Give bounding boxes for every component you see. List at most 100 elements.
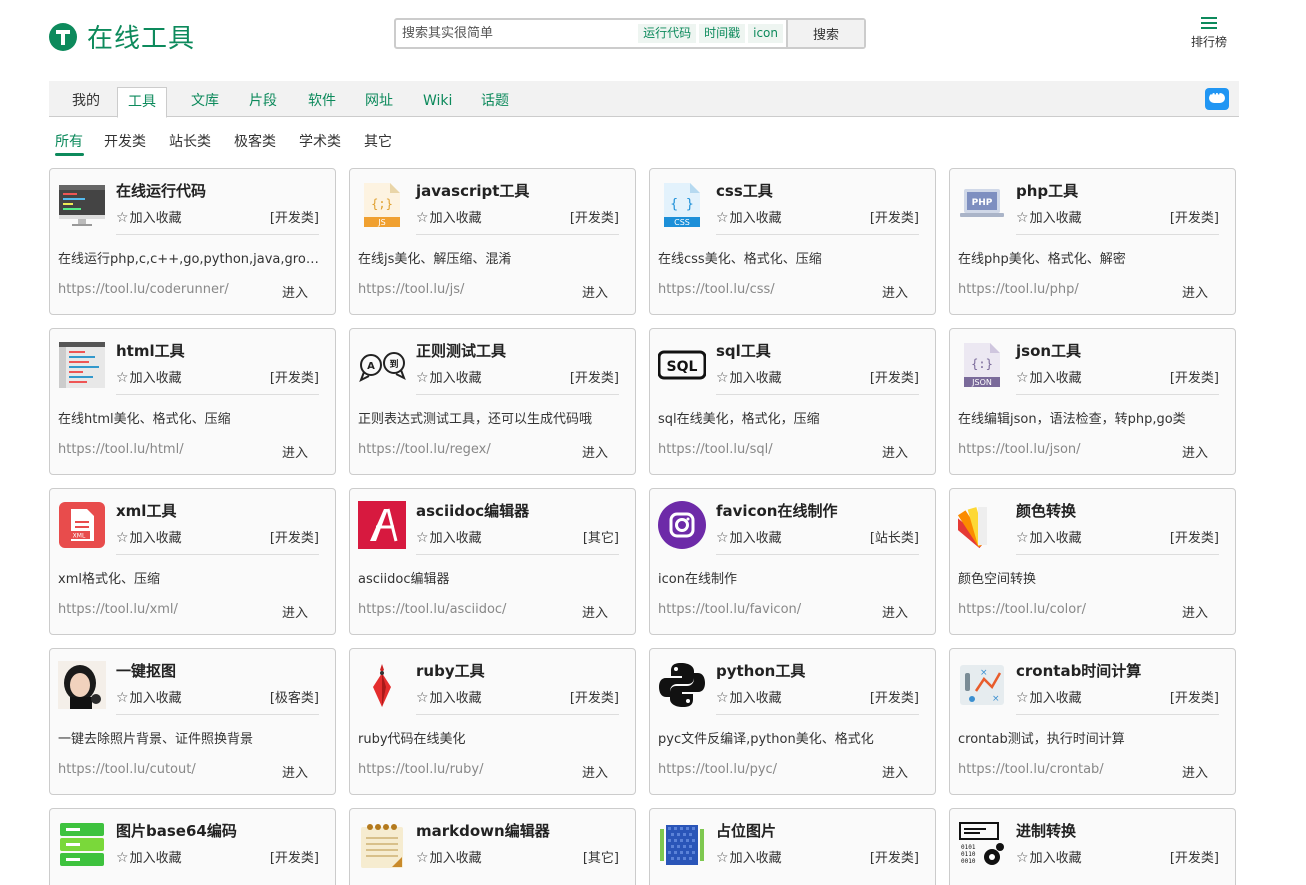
enter-link[interactable]: 进入 bbox=[282, 282, 308, 301]
tool-card[interactable]: SQL sql工具 ☆加入收藏 [开发类] sql在线美化，格式化，压缩 https://… bbox=[649, 328, 936, 475]
enter-link[interactable]: 进入 bbox=[282, 442, 308, 461]
tool-title[interactable]: css工具 bbox=[716, 180, 773, 201]
enter-link[interactable]: 进入 bbox=[582, 442, 608, 461]
tool-title[interactable]: asciidoc编辑器 bbox=[416, 500, 529, 521]
add-favorite-button[interactable]: ☆加入收藏 bbox=[416, 687, 482, 706]
monitor-code-icon[interactable] bbox=[58, 181, 106, 229]
tool-card[interactable]: × × crontab时间计算 ☆加入收藏 [开发类] crontab测试，执行时间计算 h… bbox=[949, 648, 1236, 795]
subtab-dev[interactable]: 开发类 bbox=[104, 131, 146, 151]
tool-url[interactable]: https://tool.lu/js/ bbox=[358, 282, 464, 297]
tool-title[interactable]: 图片base64编码 bbox=[116, 820, 237, 841]
enter-link[interactable]: 进入 bbox=[882, 762, 908, 781]
tool-url[interactable]: https://tool.lu/cutout/ bbox=[58, 762, 196, 777]
subtab-academic[interactable]: 学术类 bbox=[299, 131, 341, 151]
tool-title[interactable]: ruby工具 bbox=[416, 660, 485, 681]
tool-url[interactable]: https://tool.lu/regex/ bbox=[358, 442, 491, 457]
add-favorite-button[interactable]: ☆加入收藏 bbox=[1016, 687, 1082, 706]
tool-url[interactable]: https://tool.lu/crontab/ bbox=[958, 762, 1104, 777]
tool-card[interactable]: 一键抠图 ☆加入收藏 [极客类] 一键去除照片背景、证件照换背景 https://too… bbox=[49, 648, 336, 795]
tool-card[interactable]: asciidoc编辑器 ☆加入收藏 [其它] asciidoc编辑器 https://t… bbox=[349, 488, 636, 635]
tab-wiki[interactable]: Wiki bbox=[413, 87, 462, 118]
quick-tag-run-code[interactable]: 运行代码 bbox=[638, 24, 697, 43]
ranking-link[interactable]: 排行榜 bbox=[1184, 16, 1234, 50]
portrait-photo-icon[interactable] bbox=[58, 661, 106, 709]
tool-title[interactable]: crontab时间计算 bbox=[1016, 660, 1141, 681]
tool-card[interactable]: PHP php工具 ☆加入收藏 [开发类] 在线php美化、格式化、解密 https://… bbox=[949, 168, 1236, 315]
python-logo-icon[interactable] bbox=[658, 661, 706, 709]
html-editor-icon[interactable] bbox=[58, 341, 106, 389]
chat-icon[interactable] bbox=[1205, 88, 1229, 110]
tool-card[interactable]: markdown编辑器 ☆加入收藏 [其它] bbox=[349, 808, 636, 885]
tool-card[interactable]: 0101 0110 0010 进制转换 ☆加入收藏 [开发类] bbox=[949, 808, 1236, 885]
tool-title[interactable]: 正则测试工具 bbox=[416, 340, 506, 361]
tab-tools[interactable]: 工具 bbox=[117, 87, 167, 118]
tool-card[interactable]: 在线运行代码 ☆加入收藏 [开发类] 在线运行php,c,c++,go,python,… bbox=[49, 168, 336, 315]
add-favorite-button[interactable]: ☆加入收藏 bbox=[416, 527, 482, 546]
tool-url[interactable]: https://tool.lu/xml/ bbox=[58, 602, 178, 617]
enter-link[interactable]: 进入 bbox=[1182, 602, 1208, 621]
add-favorite-button[interactable]: ☆加入收藏 bbox=[116, 687, 182, 706]
tool-url[interactable]: https://tool.lu/sql/ bbox=[658, 442, 773, 457]
add-favorite-button[interactable]: ☆加入收藏 bbox=[416, 847, 482, 866]
tool-title[interactable]: javascript工具 bbox=[416, 180, 529, 201]
add-favorite-button[interactable]: ☆加入收藏 bbox=[1016, 847, 1082, 866]
tool-title[interactable]: python工具 bbox=[716, 660, 805, 681]
add-favorite-button[interactable]: ☆加入收藏 bbox=[116, 847, 182, 866]
tab-topics[interactable]: 话题 bbox=[471, 87, 519, 118]
add-favorite-button[interactable]: ☆加入收藏 bbox=[1016, 207, 1082, 226]
add-favorite-button[interactable]: ☆加入收藏 bbox=[416, 207, 482, 226]
enter-link[interactable]: 进入 bbox=[282, 762, 308, 781]
tool-card[interactable]: XML xml工具 ☆加入收藏 [开发类] xml格式化、压缩 https://tool.… bbox=[49, 488, 336, 635]
tool-url[interactable]: https://tool.lu/asciidoc/ bbox=[358, 602, 506, 617]
add-favorite-button[interactable]: ☆加入收藏 bbox=[1016, 527, 1082, 546]
placeholder-grid-icon[interactable] bbox=[658, 821, 706, 869]
tab-mine[interactable]: 我的 bbox=[62, 87, 110, 118]
quick-tag-icon[interactable]: icon bbox=[748, 24, 783, 43]
enter-link[interactable]: 进入 bbox=[1182, 762, 1208, 781]
add-favorite-button[interactable]: ☆加入收藏 bbox=[116, 367, 182, 386]
tab-software[interactable]: 软件 bbox=[298, 87, 346, 118]
asciidoc-logo-icon[interactable] bbox=[358, 501, 406, 549]
add-favorite-button[interactable]: ☆加入收藏 bbox=[716, 527, 782, 546]
crontab-chart-icon[interactable]: × × bbox=[958, 661, 1006, 709]
tool-title[interactable]: 颜色转换 bbox=[1016, 500, 1076, 521]
js-file-icon[interactable]: {;} JS bbox=[358, 181, 406, 229]
tool-card[interactable]: ruby工具 ☆加入收藏 [开发类] ruby代码在线美化 https://tool.l… bbox=[349, 648, 636, 795]
search-input[interactable] bbox=[396, 20, 639, 47]
tab-snippets[interactable]: 片段 bbox=[239, 87, 287, 118]
tool-url[interactable]: https://tool.lu/color/ bbox=[958, 602, 1086, 617]
tool-title[interactable]: xml工具 bbox=[116, 500, 176, 521]
site-logo[interactable]: 在线工具 bbox=[49, 18, 195, 55]
enter-link[interactable]: 进入 bbox=[1182, 442, 1208, 461]
enter-link[interactable]: 进入 bbox=[582, 602, 608, 621]
tool-title[interactable]: 进制转换 bbox=[1016, 820, 1076, 841]
enter-link[interactable]: 进入 bbox=[882, 282, 908, 301]
tool-url[interactable]: https://tool.lu/json/ bbox=[958, 442, 1081, 457]
tool-card[interactable]: 颜色转换 ☆加入收藏 [开发类] 颜色空间转换 https://tool.lu/colo… bbox=[949, 488, 1236, 635]
tool-card[interactable]: 图片base64编码 ☆加入收藏 [开发类] bbox=[49, 808, 336, 885]
css-file-icon[interactable]: { } CSS bbox=[658, 181, 706, 229]
add-favorite-button[interactable]: ☆加入收藏 bbox=[716, 687, 782, 706]
enter-link[interactable]: 进入 bbox=[282, 602, 308, 621]
add-favorite-button[interactable]: ☆加入收藏 bbox=[416, 367, 482, 386]
camera-circle-icon[interactable] bbox=[658, 501, 706, 549]
add-favorite-button[interactable]: ☆加入收藏 bbox=[716, 207, 782, 226]
tool-card[interactable]: {:} JSON json工具 ☆加入收藏 [开发类] 在线编辑json，语法检查，转ph… bbox=[949, 328, 1236, 475]
tool-url[interactable]: https://tool.lu/php/ bbox=[958, 282, 1079, 297]
enter-link[interactable]: 进入 bbox=[882, 602, 908, 621]
tool-url[interactable]: https://tool.lu/css/ bbox=[658, 282, 775, 297]
tool-card[interactable]: html工具 ☆加入收藏 [开发类] 在线html美化、格式化、压缩 https://t… bbox=[49, 328, 336, 475]
tool-title[interactable]: 一键抠图 bbox=[116, 660, 176, 681]
notepad-icon[interactable] bbox=[358, 821, 406, 869]
tool-title[interactable]: php工具 bbox=[1016, 180, 1078, 201]
tab-urls[interactable]: 网址 bbox=[355, 87, 403, 118]
subtab-other[interactable]: 其它 bbox=[364, 131, 392, 151]
enter-link[interactable]: 进入 bbox=[582, 282, 608, 301]
php-laptop-icon[interactable]: PHP bbox=[958, 181, 1006, 229]
add-favorite-button[interactable]: ☆加入收藏 bbox=[716, 847, 782, 866]
tab-library[interactable]: 文库 bbox=[181, 87, 229, 118]
tool-card[interactable]: 占位图片 ☆加入收藏 [开发类] bbox=[649, 808, 936, 885]
tool-title[interactable]: favicon在线制作 bbox=[716, 500, 837, 521]
add-favorite-button[interactable]: ☆加入收藏 bbox=[116, 527, 182, 546]
ruby-gem-icon[interactable] bbox=[358, 661, 406, 709]
